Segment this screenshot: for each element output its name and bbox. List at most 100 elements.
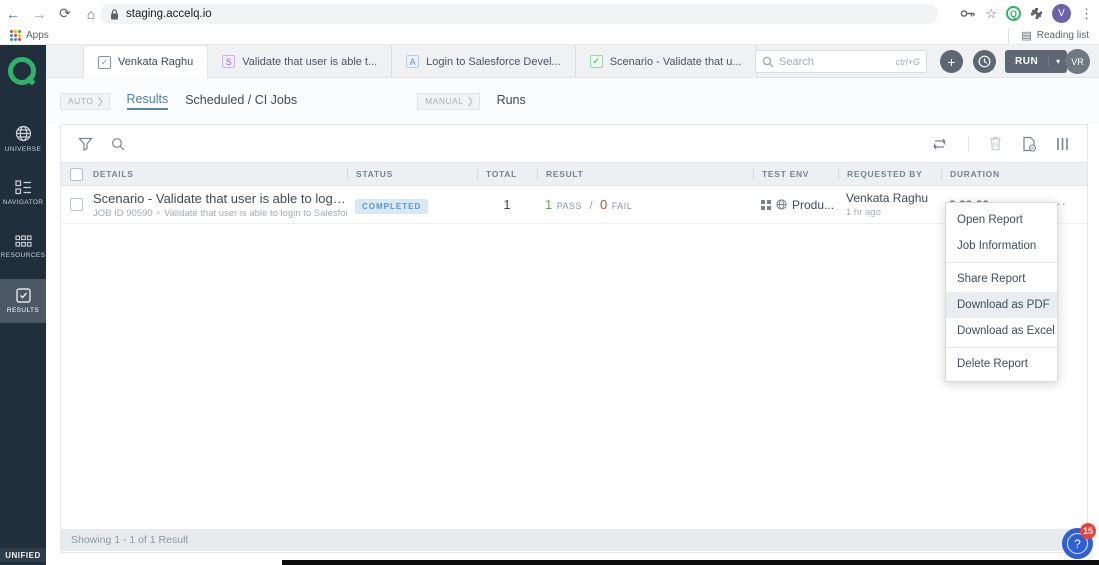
sidebar-item-label: RESULTS	[7, 307, 39, 314]
reload-icon[interactable]: ⟳	[52, 5, 78, 22]
menu-divider	[946, 262, 1057, 263]
run-button[interactable]: RUN ▾	[1005, 50, 1067, 73]
accelq-extension-icon[interactable]: Q	[1006, 6, 1021, 21]
browser-menu-icon[interactable]: ⋮	[1080, 6, 1093, 22]
subnav: AUTO ❯ Results Scheduled / CI Jobs MANUA…	[46, 78, 1099, 124]
checkbox-green-icon: ✓	[590, 55, 603, 68]
export-report-button[interactable]	[1022, 136, 1036, 152]
accelq-logo[interactable]	[8, 57, 36, 85]
result-title[interactable]: Scenario - Validate that user is able to…	[93, 191, 347, 206]
delete-button[interactable]	[989, 136, 1002, 151]
sidebar-item-label: UNIVERSE	[5, 146, 41, 153]
search-icon	[762, 56, 774, 68]
auto-tag-label: AUTO	[68, 96, 93, 106]
row-checkbox[interactable]	[70, 198, 83, 211]
fail-label: FAIL	[612, 201, 633, 211]
menu-divider	[946, 347, 1057, 348]
trash-icon	[989, 136, 1002, 151]
tab-label: Login to Salesforce Devel...	[426, 56, 561, 68]
results-checkbox-icon	[16, 288, 31, 303]
subnav-tab-results[interactable]: Results	[127, 92, 169, 110]
column-header-details[interactable]: DETAILS	[91, 169, 347, 179]
job-id: JOB ID 90590	[93, 208, 153, 219]
subnav-tab-runs[interactable]: Runs	[497, 93, 526, 109]
checkbox-icon: ✓	[98, 56, 111, 69]
browser-chrome: ← → ⟳ ⌂ staging.accelq.io ☆ Q V ⋮	[0, 0, 1099, 27]
app-tab-login-salesforce[interactable]: A Login to Salesforce Devel...	[392, 45, 576, 78]
table-row[interactable]: Scenario - Validate that user is able to…	[61, 186, 1087, 224]
action-a-icon: A	[406, 55, 419, 68]
chevron-right-icon: ❯	[467, 96, 475, 107]
menu-item-download-as-pdf[interactable]: Download as PDF	[946, 292, 1057, 318]
requested-by-name: Venkata Raghu	[846, 191, 941, 205]
forward-icon[interactable]: →	[26, 6, 52, 22]
app-header: ✓ Venkata Raghu S Validate that user is …	[46, 45, 1099, 78]
bookmark-star-icon[interactable]: ☆	[985, 6, 997, 22]
apps-label[interactable]: Apps	[26, 30, 49, 41]
back-icon[interactable]: ←	[0, 6, 26, 22]
sidebar-footer-unified: UNIFIED	[0, 548, 46, 562]
app-tab-venkata-raghu[interactable]: ✓ Venkata Raghu	[83, 45, 208, 78]
filter-funnel-icon	[78, 137, 93, 151]
env-globe-icon	[776, 199, 787, 210]
tab-label: Scenario - Validate that u...	[610, 56, 742, 68]
bottom-bar	[282, 560, 1099, 565]
column-header-total[interactable]: TOTAL	[477, 168, 537, 180]
create-new-button[interactable]: +	[940, 50, 963, 73]
results-count-footer: Showing 1 - 1 of 1 Result	[61, 529, 1087, 551]
bookmarks-bar: Apps ▤ Reading list	[0, 27, 1099, 45]
menu-item-download-as-excel[interactable]: Download as Excel	[946, 318, 1057, 344]
result-cell: 1 PASS / 0 FAIL	[537, 196, 753, 214]
subnav-tab-scheduled-ci-jobs[interactable]: Scheduled / CI Jobs	[185, 93, 297, 109]
scenario-s-icon: S	[222, 55, 235, 68]
row-context-menu: Open Report Job Information Share Report…	[945, 202, 1058, 382]
menu-item-job-information[interactable]: Job Information	[946, 233, 1057, 259]
column-settings-button[interactable]	[1056, 137, 1069, 151]
select-all-checkbox[interactable]	[70, 168, 83, 181]
address-bar[interactable]: staging.accelq.io	[100, 4, 938, 24]
extensions-puzzle-icon[interactable]	[1030, 7, 1043, 20]
lock-icon	[110, 9, 119, 20]
pass-label: PASS	[557, 201, 582, 211]
auto-mode-tag: AUTO ❯	[60, 93, 110, 110]
search-input[interactable]	[779, 56, 896, 68]
sidebar-item-universe[interactable]: UNIVERSE	[0, 117, 46, 161]
apps-grid-icon[interactable]	[10, 30, 21, 41]
menu-item-delete-report[interactable]: Delete Report	[946, 351, 1057, 377]
search-icon	[111, 137, 125, 151]
column-header-test-env[interactable]: TEST ENV	[753, 168, 838, 180]
pass-count: 1	[545, 197, 552, 212]
status-badge: COMPLETED	[355, 199, 428, 214]
sidebar-item-resources[interactable]: RESOURCES	[0, 225, 46, 269]
table-search-button[interactable]	[111, 137, 125, 151]
key-icon[interactable]	[960, 9, 976, 18]
sidebar-item-navigator[interactable]: NAVIGATOR	[0, 171, 46, 215]
tab-label: Validate that user is able t...	[242, 56, 377, 68]
test-env-name[interactable]: Produ...	[792, 198, 834, 212]
menu-item-open-report[interactable]: Open Report	[946, 207, 1057, 233]
menu-item-share-report[interactable]: Share Report	[946, 266, 1057, 292]
column-header-duration[interactable]: DURATION	[941, 168, 1087, 180]
filter-button[interactable]	[78, 137, 93, 151]
result-subtitle: JOB ID 90590•Validate that user is able …	[93, 208, 347, 219]
column-header-status[interactable]: STATUS	[347, 168, 477, 180]
sidebar: UNIVERSE NAVIGATOR RESOURCES RESULTS UNI…	[0, 45, 46, 565]
user-avatar[interactable]: VR	[1065, 49, 1090, 74]
sidebar-item-results[interactable]: RESULTS	[0, 279, 46, 323]
app-tab-validate-user[interactable]: S Validate that user is able t...	[208, 45, 392, 78]
column-header-result[interactable]: RESULT	[537, 168, 753, 180]
toolbar-divider	[968, 136, 969, 152]
clock-icon	[978, 55, 991, 68]
fail-count: 0	[600, 197, 607, 212]
column-header-requested-by[interactable]: REQUESTED BY	[838, 168, 941, 180]
global-search[interactable]: ctrl+G	[755, 50, 927, 73]
browser-profile-avatar[interactable]: V	[1052, 4, 1071, 23]
resources-grid-icon	[15, 235, 32, 248]
table-header: DETAILS STATUS TOTAL RESULT TEST ENV REQ…	[61, 162, 1087, 186]
refresh-button[interactable]	[931, 137, 948, 151]
reading-list-icon[interactable]: ▤	[1021, 29, 1031, 42]
app-tab-scenario-validate[interactable]: ✓ Scenario - Validate that u...	[576, 45, 757, 78]
reading-list-label[interactable]: Reading list	[1037, 30, 1089, 41]
recent-history-button[interactable]	[973, 50, 996, 73]
document-export-icon	[1022, 136, 1036, 152]
